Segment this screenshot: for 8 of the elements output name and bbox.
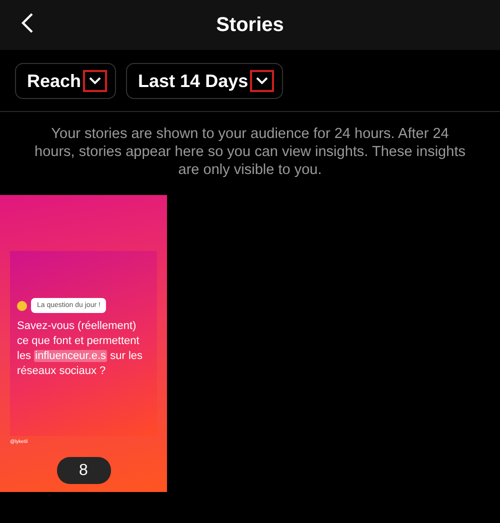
- info-text: Your stories are shown to your audience for 24 hours. After 24 hours, stories appear here so you can view insights. These insights are only visible to you.: [34, 125, 466, 179]
- emoji-icon: [17, 300, 27, 310]
- filter-dropdown[interactable]: Reach: [15, 63, 116, 99]
- page-title: Stories: [216, 14, 284, 36]
- filter-dropdown[interactable]: Last 14 Days: [126, 63, 284, 99]
- back-icon[interactable]: [20, 12, 34, 34]
- question-text: Savez-vous (réellement) ce que font et permettent les influenceur.e.s sur les réseaux sociaux ?: [17, 319, 144, 379]
- reach-count: 8: [56, 457, 110, 484]
